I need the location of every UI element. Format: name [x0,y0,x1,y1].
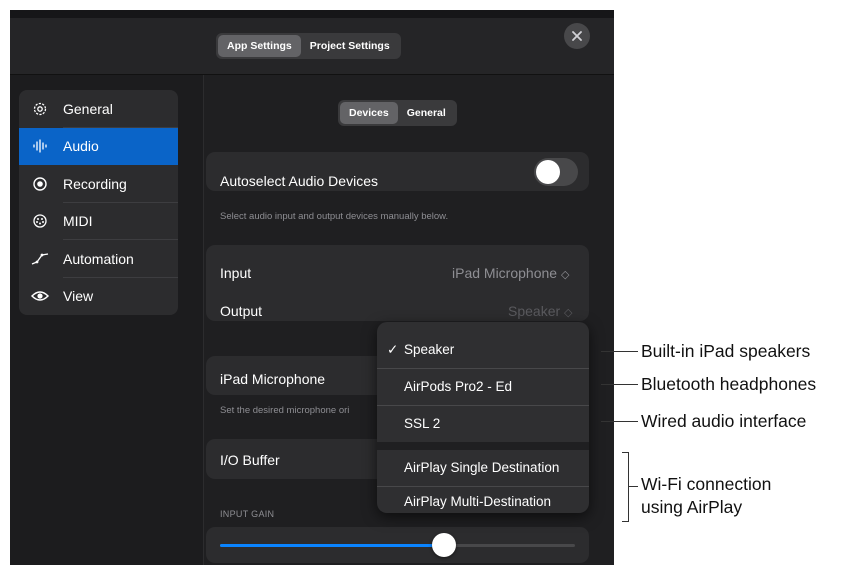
callout-leader [601,421,638,422]
autoselect-hint: Select audio input and output devices ma… [220,211,449,222]
autoselect-label: Autoselect Audio Devices [220,173,378,189]
sidebar-item-label: Audio [63,138,99,155]
menu-item-ssl2[interactable]: SSL 2 [377,405,589,442]
midi-icon [30,213,50,229]
settings-scope-tabs: App Settings Project Settings [216,33,401,59]
sidebar-item-recording[interactable]: Recording [19,165,178,203]
sidebar-item-label: View [63,288,94,305]
checkmark-icon: ✓ [387,342,399,357]
sidebar-item-view[interactable]: View [19,278,178,316]
sidebar-item-audio[interactable]: Audio [19,127,178,165]
callout-bracket [622,452,629,522]
sidebar-item-midi[interactable]: MIDI [19,203,178,240]
sidebar-item-label: General [63,100,113,117]
input-select[interactable]: iPad Microphone ◇ [452,265,569,281]
eye-icon [30,289,50,303]
output-value: Speaker [508,303,561,319]
input-gain-label: INPUT GAIN [220,509,275,519]
buffer-label: I/O Buffer [220,452,280,468]
tab-project-settings[interactable]: Project Settings [301,35,399,57]
input-label: Input [220,265,252,281]
autoselect-toggle[interactable] [534,158,578,186]
close-icon [572,31,582,41]
input-value: iPad Microphone [452,265,558,281]
tab-app-settings[interactable]: App Settings [218,35,301,57]
output-select[interactable]: Speaker ◇ [508,303,573,319]
sidebar-item-general[interactable]: General [19,90,178,128]
status-bar [10,10,614,18]
mic-label: iPad Microphone [220,371,326,387]
callout-bluetooth: Bluetooth headphones [641,374,817,394]
chevron-updown-icon: ◇ [560,269,570,281]
waveform-icon [30,138,50,154]
menu-item-airplay-single[interactable]: AirPlay Single Destination [377,449,589,486]
output-label: Output [220,303,263,319]
record-icon [30,176,50,192]
callout-speaker: Built-in iPad speakers [641,341,811,361]
automation-icon [30,251,50,267]
chevron-updown-icon: ◇ [564,307,573,319]
sidebar-item-automation[interactable]: Automation [19,240,178,278]
callout-wifi: Wi-Fi connection [641,474,772,494]
callout-leader [601,351,638,352]
gain-slider-knob[interactable] [432,533,456,557]
sidebar-item-label: MIDI [63,213,93,230]
gain-slider-fill [220,544,444,547]
callout-wired: Wired audio interface [641,411,807,431]
audio-subtabs: Devices General [338,100,457,126]
callout-leader [601,384,638,385]
menu-item-speaker[interactable]: ✓ Speaker [377,331,589,368]
tab-devices[interactable]: Devices [340,102,398,124]
tab-general[interactable]: General [398,102,455,124]
gear-icon [30,101,50,117]
menu-item-airpods[interactable]: AirPods Pro2 - Ed [377,368,589,405]
output-device-menu: ✓ Speaker AirPods Pro2 - Ed SSL 2 AirPla… [377,322,589,513]
callout-leader [628,486,638,487]
sidebar-item-label: Automation [63,250,134,267]
close-button[interactable] [564,23,590,49]
mic-hint: Set the desired microphone ori [220,405,350,416]
menu-item-airplay-multi[interactable]: AirPlay Multi-Destination [377,486,589,513]
sidebar-item-label: Recording [63,175,127,192]
callout-airplay: using AirPlay [641,497,743,517]
sidebar: General Audio Recording MIDI Automation … [19,90,178,315]
toggle-knob [536,160,560,184]
